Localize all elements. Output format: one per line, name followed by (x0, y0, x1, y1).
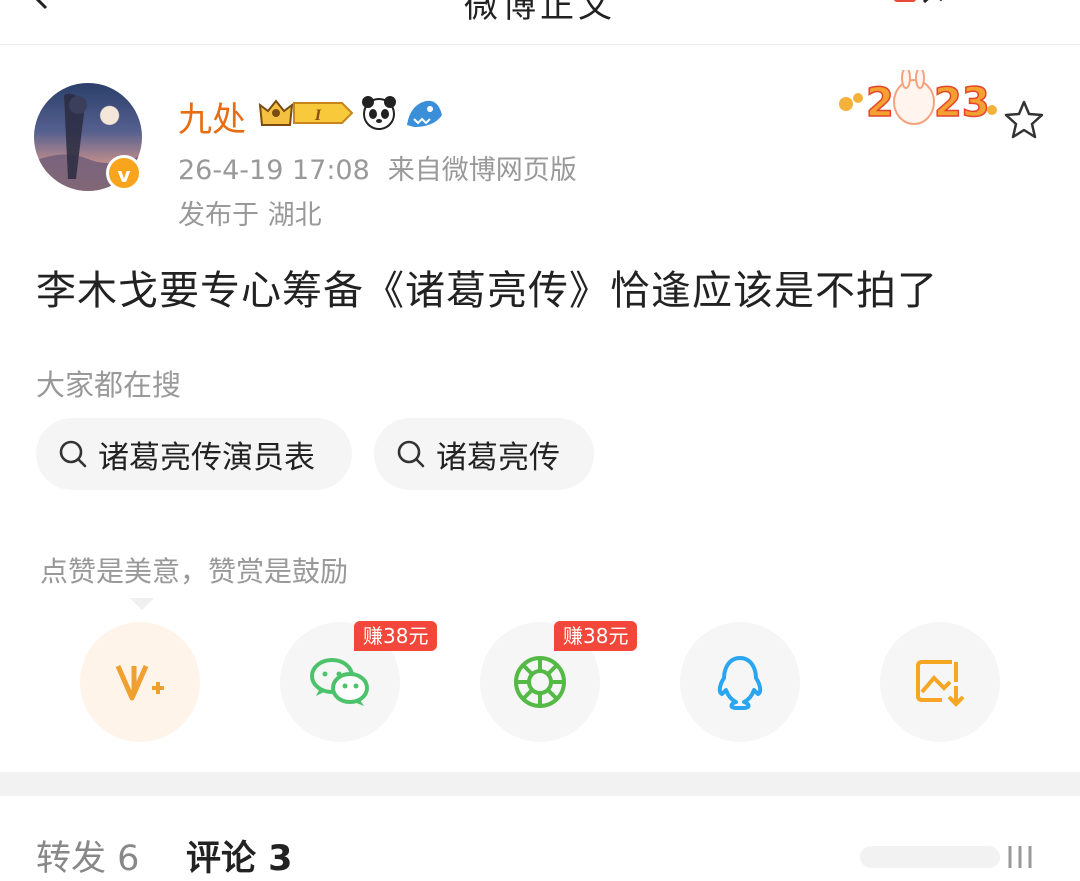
post-location: 发布于 湖北 (178, 200, 322, 231)
section-divider (0, 772, 1080, 796)
tooltip-arrow (130, 598, 154, 610)
earn-badge: 赚38元 (354, 621, 438, 651)
search-chip-label: 诸葛亮传演员表 (98, 439, 315, 476)
v-plus-icon (115, 664, 164, 701)
search-icon (59, 440, 87, 468)
search-icon (397, 440, 425, 468)
sort-options-icon[interactable] (860, 840, 1040, 874)
wechat-icon (310, 658, 369, 706)
moments-icon (514, 656, 566, 708)
favorite-star-icon[interactable] (1002, 98, 1046, 142)
share-qq-button[interactable] (680, 622, 800, 742)
post-source: 来自微博网页版 (387, 155, 577, 186)
earn-badge: 赚38元 (554, 621, 638, 651)
level-label: I (314, 107, 322, 124)
save-image-icon (916, 660, 965, 707)
shark-badge-icon[interactable] (404, 95, 444, 131)
post-meta: 26-4-19 17:08 来自微博网页版 (178, 148, 577, 187)
reward-hint-tooltip: 点赞是美意，赞赏是鼓励 (40, 555, 349, 588)
tab-comment[interactable]: 评论 3 (186, 830, 293, 881)
svg-text:23: 23 (934, 80, 990, 126)
save-image-button[interactable] (880, 622, 1000, 742)
tab-repost[interactable]: 转发 6 (36, 830, 139, 881)
top-bar: 微博正文 (0, 0, 1080, 45)
qq-icon (717, 656, 763, 710)
trending-search-title: 大家都在搜 (36, 368, 182, 402)
search-chip[interactable]: 诸葛亮传演员表 (36, 418, 352, 490)
panda-badge-icon[interactable] (360, 94, 398, 132)
crown-level-badge-icon[interactable]: I (258, 95, 354, 131)
search-chip[interactable]: 诸葛亮传 (374, 418, 594, 490)
year-2023-rabbit-decoration-icon: 2 23 (839, 70, 997, 127)
svg-text:2: 2 (866, 80, 894, 126)
user-badges: I (258, 93, 444, 133)
reward-button[interactable] (80, 622, 200, 742)
post-text: 李木戈要专心筹备《诸葛亮传》恰逢应该是不拍了 (36, 268, 938, 314)
username[interactable]: 九处 (178, 92, 246, 141)
search-chip-label: 诸葛亮传 (436, 439, 560, 476)
post-time: 26-4-19 17:08 (178, 155, 370, 186)
verified-badge-icon: v (106, 155, 142, 191)
top-right-icons[interactable] (790, 0, 950, 16)
